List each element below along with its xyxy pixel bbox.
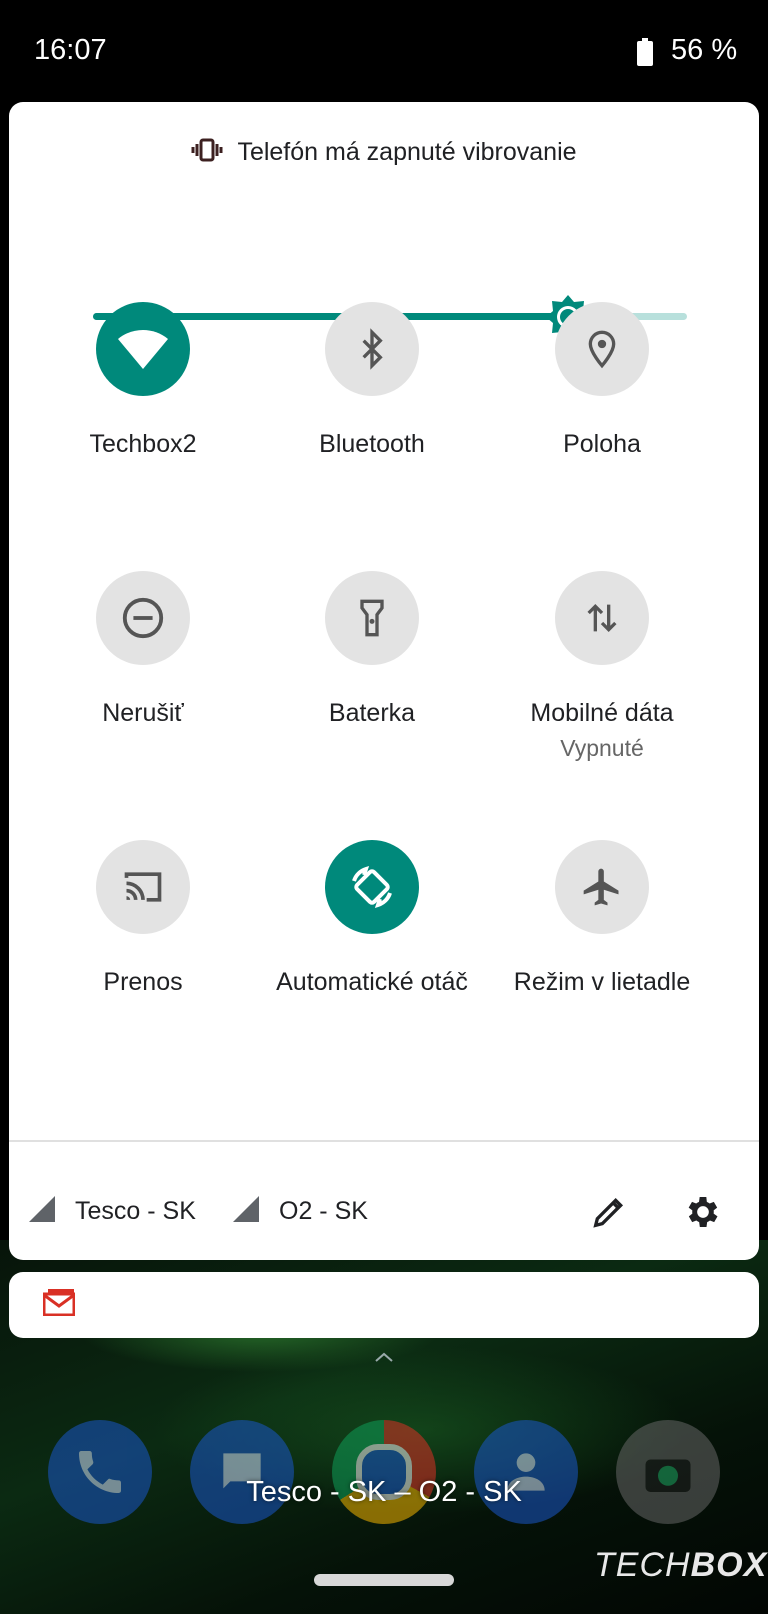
battery-icon bbox=[636, 38, 654, 71]
airplane-icon[interactable] bbox=[555, 840, 649, 934]
ringer-text: Telefón má zapnuté vibrovanie bbox=[237, 137, 577, 166]
notification-card[interactable] bbox=[9, 1272, 759, 1338]
tile-label: Poloha bbox=[563, 430, 641, 458]
tile-label: Automatické otáč bbox=[276, 968, 468, 996]
tile-cast[interactable]: Prenos bbox=[25, 840, 261, 1080]
mobile-data-icon[interactable] bbox=[555, 571, 649, 665]
dock bbox=[0, 1420, 768, 1530]
home-gesture-bar[interactable] bbox=[314, 1574, 454, 1586]
tile-label: Bluetooth bbox=[319, 430, 425, 458]
watermark: TECHBOX bbox=[594, 1546, 768, 1584]
tile-sublabel: Vypnuté bbox=[560, 735, 644, 761]
tile-airplane[interactable]: Režim v lietadle bbox=[484, 840, 720, 1080]
bluetooth-icon[interactable] bbox=[325, 302, 419, 396]
signal-icon bbox=[233, 1195, 259, 1227]
tile-wifi[interactable]: Techbox2 bbox=[25, 302, 261, 542]
gmail-icon bbox=[42, 1288, 76, 1321]
vibrate-icon bbox=[191, 138, 223, 167]
carrier-1: Tesco - SK bbox=[29, 1188, 196, 1234]
tile-label: Prenos bbox=[103, 968, 183, 996]
tile-flashlight[interactable]: Baterka bbox=[254, 571, 490, 811]
quick-settings-panel: Telefón má zapnuté vibrovanie Techbox2 Bl… bbox=[9, 102, 759, 1260]
flashlight-icon[interactable] bbox=[325, 571, 419, 665]
tile-label: Techbox2 bbox=[89, 430, 197, 458]
auto-rotate-icon[interactable] bbox=[325, 840, 419, 934]
carrier-1-label: Tesco - SK bbox=[75, 1196, 196, 1225]
tile-label: Režim v lietadle bbox=[513, 968, 691, 996]
tile-location[interactable]: Poloha bbox=[484, 302, 720, 542]
tile-label: Nerušiť bbox=[102, 699, 184, 727]
tile-auto-rotate[interactable]: Automatické otáč bbox=[254, 840, 490, 1080]
cast-icon[interactable] bbox=[96, 840, 190, 934]
chevron-up-icon[interactable] bbox=[374, 1350, 394, 1368]
tile-label: Baterka bbox=[328, 699, 416, 727]
gear-icon[interactable] bbox=[683, 1192, 723, 1232]
wifi-icon[interactable] bbox=[96, 302, 190, 396]
carrier-ticker: Tesco - SK – O2 - SK bbox=[246, 1476, 522, 1508]
carrier-2: O2 - SK bbox=[233, 1188, 368, 1234]
tile-label: Mobilné dáta bbox=[530, 699, 674, 727]
carrier-2-label: O2 - SK bbox=[279, 1196, 368, 1225]
do-not-disturb-icon[interactable] bbox=[96, 571, 190, 665]
qs-footer: Tesco - SK O2 - SK bbox=[9, 1188, 759, 1234]
tile-mobile-data[interactable]: Mobilné dáta Vypnuté bbox=[484, 571, 720, 811]
status-bar: 16:07 56 % bbox=[0, 0, 768, 100]
battery-percent: 56 % bbox=[671, 34, 738, 66]
tile-bluetooth[interactable]: Bluetooth bbox=[254, 302, 490, 542]
location-icon[interactable] bbox=[555, 302, 649, 396]
divider bbox=[9, 1140, 759, 1142]
ringer-status[interactable]: Telefón má zapnuté vibrovanie bbox=[9, 132, 759, 172]
pencil-icon[interactable] bbox=[589, 1192, 629, 1232]
signal-icon bbox=[29, 1195, 55, 1227]
tile-do-not-disturb[interactable]: Nerušiť bbox=[25, 571, 261, 811]
clock: 16:07 bbox=[34, 34, 107, 66]
